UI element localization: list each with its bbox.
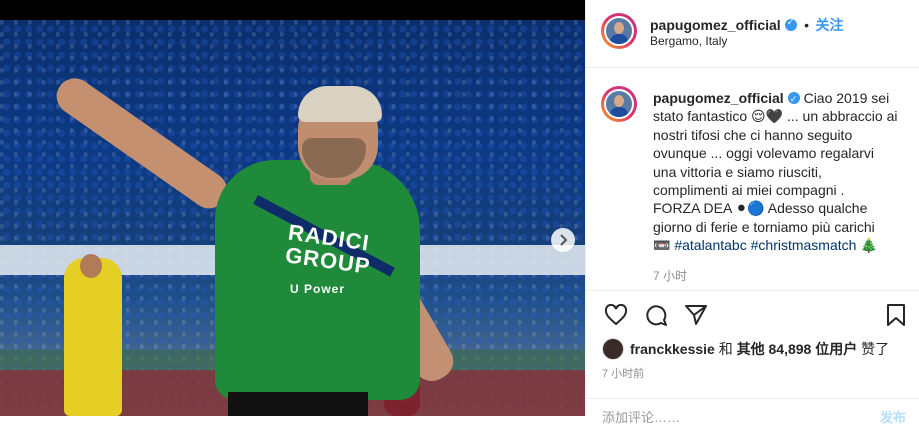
carousel-next-button[interactable] <box>551 228 575 252</box>
header-separator: • <box>804 17 810 33</box>
post-comment-button[interactable]: 发布 <box>880 407 906 426</box>
post-panel: papugomez_official • 关注 Bergamo, Italy p… <box>585 0 919 425</box>
caption-timestamp: 7 小时 <box>653 269 688 283</box>
avatar <box>604 16 634 46</box>
header-avatar[interactable] <box>601 13 637 49</box>
player-hair <box>298 86 382 122</box>
caption-line-3: nostri tifosi che ci hanno seguito <box>653 126 853 143</box>
likes-unit[interactable]: 位用户 <box>815 341 857 357</box>
hashtag-christmasmatch[interactable]: #christmasmatch <box>751 237 857 253</box>
post-header: papugomez_official • 关注 Bergamo, Italy <box>586 0 919 68</box>
caption-line-4: ovunque ... oggi volevamo regalarvi <box>653 145 875 162</box>
header-username[interactable]: papugomez_official <box>650 17 781 33</box>
player-jersey <box>215 160 420 400</box>
avatar <box>604 89 634 119</box>
likes-count[interactable]: 84,898 <box>769 341 812 357</box>
bookmark-icon <box>887 304 905 326</box>
comment-bar: 添加评论…… 发布 <box>586 398 919 425</box>
liker-avatar[interactable] <box>602 338 624 360</box>
likes-others-label[interactable]: 其他 <box>737 341 765 357</box>
chevron-right-icon <box>560 234 568 246</box>
caption-tail-emoji: 📼 <box>653 237 671 254</box>
hashtag-atalantabc[interactable]: #atalantabc <box>674 237 746 253</box>
caption-line-1: Ciao 2019 sei <box>803 90 890 106</box>
liker-username[interactable]: franckkessie <box>630 341 715 357</box>
verified-badge-icon <box>784 17 797 31</box>
caption-avatar[interactable] <box>601 86 637 122</box>
heart-icon <box>604 304 628 326</box>
caption-line-5: una vittoria e siamo riusciti, <box>653 163 822 180</box>
goalkeeper <box>64 258 122 416</box>
likes-summary: franckkessie 和 其他 84,898 位用户 赞了 <box>602 338 889 360</box>
caption-tree-emoji: 🎄 <box>860 237 878 254</box>
save-button[interactable] <box>882 301 910 329</box>
comment-icon <box>646 305 667 326</box>
likes-verb: 赞了 <box>861 341 890 357</box>
caption-line-8: giorno di ferie e torniamo più carichi <box>653 218 875 235</box>
caption-line-2: stato fantastico 😌🖤 ... un abbraccio ai <box>653 108 898 125</box>
follow-button[interactable]: 关注 <box>816 17 844 33</box>
verified-badge-icon <box>787 90 800 108</box>
post-actions <box>586 290 919 341</box>
post-time-ago[interactable]: 7 小时前 <box>602 365 644 381</box>
post-location[interactable]: Bergamo, Italy <box>650 34 727 48</box>
post-caption: papugomez_official Ciao 2019 sei stato f… <box>653 89 903 255</box>
caption-line-7: FORZA DEA ⚫🔵 Adesso qualche <box>653 200 868 217</box>
caption-username[interactable]: papugomez_official <box>653 90 784 106</box>
share-button[interactable] <box>682 301 710 329</box>
share-icon <box>685 305 707 325</box>
likes-joiner: 和 <box>718 341 733 357</box>
comment-input[interactable]: 添加评论…… <box>602 407 680 426</box>
jersey-sub-sponsor: U Power <box>290 282 346 296</box>
caption-line-6: complimenti ai miei compagni . <box>653 182 845 199</box>
goalkeeper-head <box>80 254 102 278</box>
player-shorts <box>228 392 368 416</box>
like-button[interactable] <box>602 301 630 329</box>
post-photo[interactable]: RADICI GROUP U Power <box>0 20 585 416</box>
comment-button[interactable] <box>642 301 670 329</box>
